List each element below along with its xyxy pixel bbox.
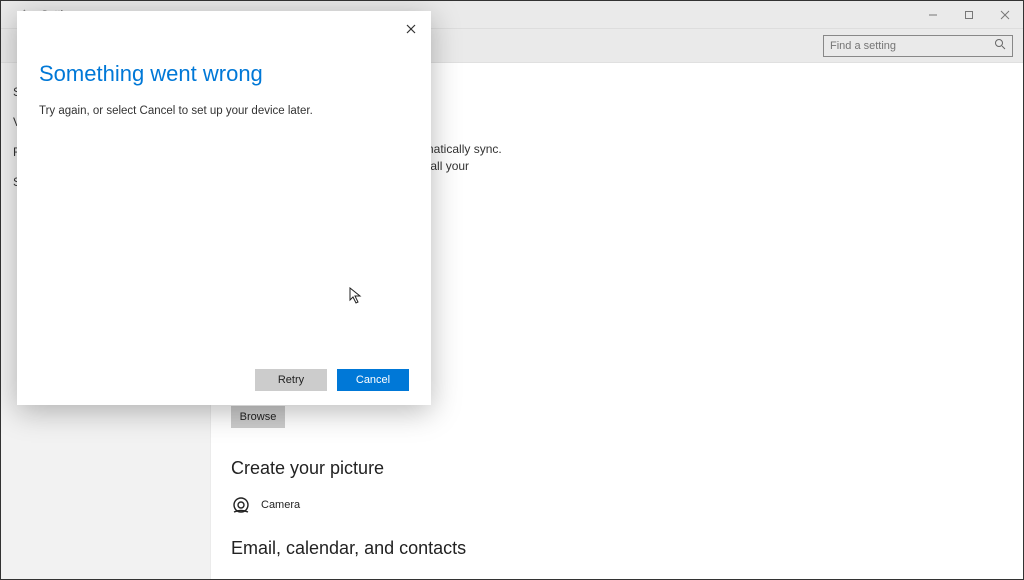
camera-icon xyxy=(231,495,251,515)
button-label: Browse xyxy=(240,411,277,423)
dialog-buttons: Retry Cancel xyxy=(255,369,409,391)
minimize-button[interactable] xyxy=(915,1,951,29)
search-input[interactable] xyxy=(830,40,990,52)
close-icon xyxy=(1000,10,1010,20)
search-icon xyxy=(994,38,1006,53)
window-controls xyxy=(915,1,1023,29)
email-section: Email, calendar, and contacts xyxy=(231,538,466,575)
create-picture-section: Create your picture Camera xyxy=(231,458,384,545)
section-heading: Create your picture xyxy=(231,458,384,479)
dialog-body: Try again, or select Cancel to set up yo… xyxy=(39,105,409,117)
camera-label: Camera xyxy=(261,499,300,511)
search-box[interactable] xyxy=(823,35,1013,57)
minimize-icon xyxy=(928,10,938,20)
dialog-close-button[interactable] xyxy=(401,19,421,39)
close-window-button[interactable] xyxy=(987,1,1023,29)
maximize-icon xyxy=(964,10,974,20)
cancel-button[interactable]: Cancel xyxy=(337,369,409,391)
maximize-button[interactable] xyxy=(951,1,987,29)
retry-button[interactable]: Retry xyxy=(255,369,327,391)
close-icon xyxy=(406,24,416,34)
browse-button[interactable]: Browse xyxy=(231,406,285,428)
camera-button[interactable]: Camera xyxy=(231,495,384,515)
section-heading: Email, calendar, and contacts xyxy=(231,538,466,559)
error-dialog: Something went wrong Try again, or selec… xyxy=(17,11,431,405)
dialog-title: Something went wrong xyxy=(39,61,409,87)
